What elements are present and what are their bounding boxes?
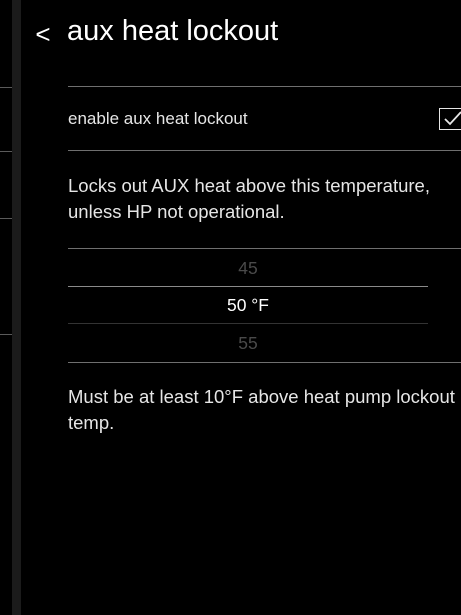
divider: [68, 362, 461, 363]
background-panel: [0, 0, 12, 615]
picker-selection-bottom: [68, 323, 428, 324]
divider: [0, 87, 12, 88]
divider: [0, 334, 12, 335]
enable-lockout-checkbox[interactable]: [439, 108, 461, 130]
page-title: aux heat lockout: [67, 15, 279, 47]
divider: [0, 151, 12, 152]
lockout-description: Locks out AUX heat above this temperatur…: [68, 175, 430, 222]
picker-option-prev[interactable]: 45: [68, 258, 428, 279]
divider: [68, 248, 461, 249]
chevron-left-icon: <: [35, 18, 51, 49]
aux-heat-lockout-screen: < aux heat lockout enable aux heat locko…: [21, 0, 461, 615]
picker-selection-top: [68, 286, 428, 287]
divider: [68, 150, 461, 151]
picker-option-next[interactable]: 55: [68, 333, 428, 354]
divider: [68, 86, 461, 87]
picker-option-selected[interactable]: 50 °F: [68, 295, 428, 316]
enable-lockout-label: enable aux heat lockout: [68, 109, 248, 128]
panel-gutter: [12, 0, 21, 615]
lockout-note: Must be at least 10°F above heat pump lo…: [68, 386, 455, 433]
checkmark-icon: [444, 111, 461, 126]
header: < aux heat lockout: [21, 0, 461, 70]
back-button[interactable]: <: [31, 17, 55, 51]
divider: [0, 218, 12, 219]
